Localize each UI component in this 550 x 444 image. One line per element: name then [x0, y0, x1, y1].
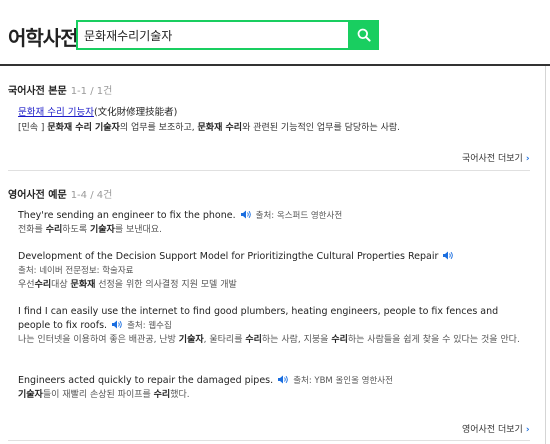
dictionary-logo[interactable]: 어학사전	[8, 22, 79, 51]
definition-tag: [민속 ]	[18, 123, 45, 133]
example-source: 출처: 네이버 전문정보: 학술자료	[18, 266, 134, 276]
korean-result-count: 1-1 / 1건	[70, 86, 113, 97]
korean-more-label: 국어사전 더보기	[462, 154, 523, 164]
definition-text: 의 업무를 보조하고,	[119, 123, 198, 133]
speaker-icon[interactable]	[240, 210, 251, 219]
korean-entry-definition: [민속 ] 문화재 수리 기술자의 업무를 보조하고, 문화재 수리와 관련된 …	[18, 120, 400, 133]
header: 어학사전	[0, 0, 550, 66]
english-more-link[interactable]: 영어사전 더보기 ›	[462, 422, 530, 435]
highlight-term: 문화재	[70, 280, 96, 290]
example-item: Development of the Decision Support Mode…	[18, 250, 530, 292]
speaker-icon[interactable]	[112, 320, 122, 329]
korean-entry-hanja: (文化財修理技能者)	[93, 107, 178, 118]
example-korean: 전화를 수리하도록 기술자를 보낸대요.	[18, 223, 530, 237]
korean-entry-word-link[interactable]: 문화재 수리 기능자	[18, 107, 94, 118]
korean-section-label: 국어사전 본문	[8, 86, 67, 97]
search-box[interactable]	[76, 20, 379, 50]
speaker-icon[interactable]	[443, 251, 454, 260]
english-section-label: 영어사전 예문	[8, 190, 67, 201]
highlight-term: 수리	[34, 280, 52, 290]
highlight-term: 기술자	[178, 335, 204, 345]
example-item: I find I can easily use the internet to …	[18, 305, 530, 347]
example-english: Engineers acted quickly to repair the da…	[18, 375, 274, 386]
ko-text: 하는 사람, 지붕을	[261, 335, 332, 345]
ko-text: , 울타리를	[203, 335, 246, 345]
chevron-right-icon: ›	[525, 425, 530, 435]
chevron-right-icon: ›	[525, 154, 530, 164]
highlight-term: 문화재 수리	[197, 123, 243, 133]
ko-text: 하는 사람들을 쉽게 찾을 수 있다는 것을 안다.	[347, 335, 520, 345]
example-english: They're sending an engineer to fix the p…	[18, 210, 236, 221]
ko-text: 전화를	[18, 225, 46, 235]
definition-text: 와 관련된 기능적인 업무를 담당하는 사람.	[242, 123, 401, 133]
example-english: Development of the Decision Support Mode…	[18, 251, 439, 262]
english-more-label: 영어사전 더보기	[462, 425, 523, 435]
ko-text: 선정을 위한 의사결정 지원 모델 개발	[95, 280, 237, 290]
example-source: 출처: 웹수집	[127, 321, 172, 331]
highlight-term: 수리	[331, 335, 348, 345]
highlight-term: 문화재 수리 기술자	[47, 123, 120, 133]
highlight-term: 수리	[45, 225, 63, 235]
ko-text: 하도록	[62, 225, 90, 235]
highlight-term: 기술자	[89, 225, 115, 235]
ko-text: 를 보낸대요.	[114, 225, 162, 235]
section-divider	[8, 440, 530, 441]
example-korean: 우선수리대상 문화재 선정을 위한 의사결정 지원 모델 개발	[18, 278, 530, 292]
example-source: 출처: 옥스퍼드 영한사전	[255, 211, 343, 221]
korean-more-link[interactable]: 국어사전 더보기 ›	[462, 151, 530, 164]
korean-section-title: 국어사전 본문 1-1 / 1건	[8, 82, 112, 97]
example-korean: 나는 인터넷을 이용하여 좋은 배관공, 난방 기술자, 울타리를 수리하는 사…	[18, 333, 530, 347]
example-source: 출처: YBM 올인올 영한사전	[293, 376, 393, 386]
highlight-term: 수리	[153, 390, 171, 400]
example-item: They're sending an engineer to fix the p…	[18, 209, 530, 237]
search-icon	[357, 28, 371, 42]
ko-text: 나는 인터넷을 이용하여 좋은 배관공, 난방	[18, 335, 179, 345]
example-korean: 기술자들이 재빨리 손상된 파이프를 수리했다.	[18, 388, 530, 402]
ko-text: 들이 재빨리 손상된 파이프를	[42, 390, 154, 400]
example-item: Engineers acted quickly to repair the da…	[18, 374, 530, 402]
highlight-term: 기술자	[18, 390, 43, 400]
english-result-count: 1-4 / 4건	[70, 190, 113, 201]
section-divider	[8, 170, 530, 171]
korean-entry: 문화재 수리 기능자(文化財修理技能者)	[18, 104, 177, 118]
ko-text: 대상	[51, 280, 71, 290]
example-english: I find I can easily use the internet to …	[18, 306, 499, 331]
ko-text: 했다.	[170, 390, 190, 400]
english-section-title: 영어사전 예문 1-4 / 4건	[8, 186, 112, 201]
content-right-border	[545, 66, 546, 444]
speaker-icon[interactable]	[278, 375, 288, 384]
highlight-term: 수리	[245, 335, 262, 345]
search-input[interactable]	[84, 26, 344, 44]
ko-text: 우선	[18, 280, 35, 290]
search-button[interactable]	[348, 20, 379, 50]
